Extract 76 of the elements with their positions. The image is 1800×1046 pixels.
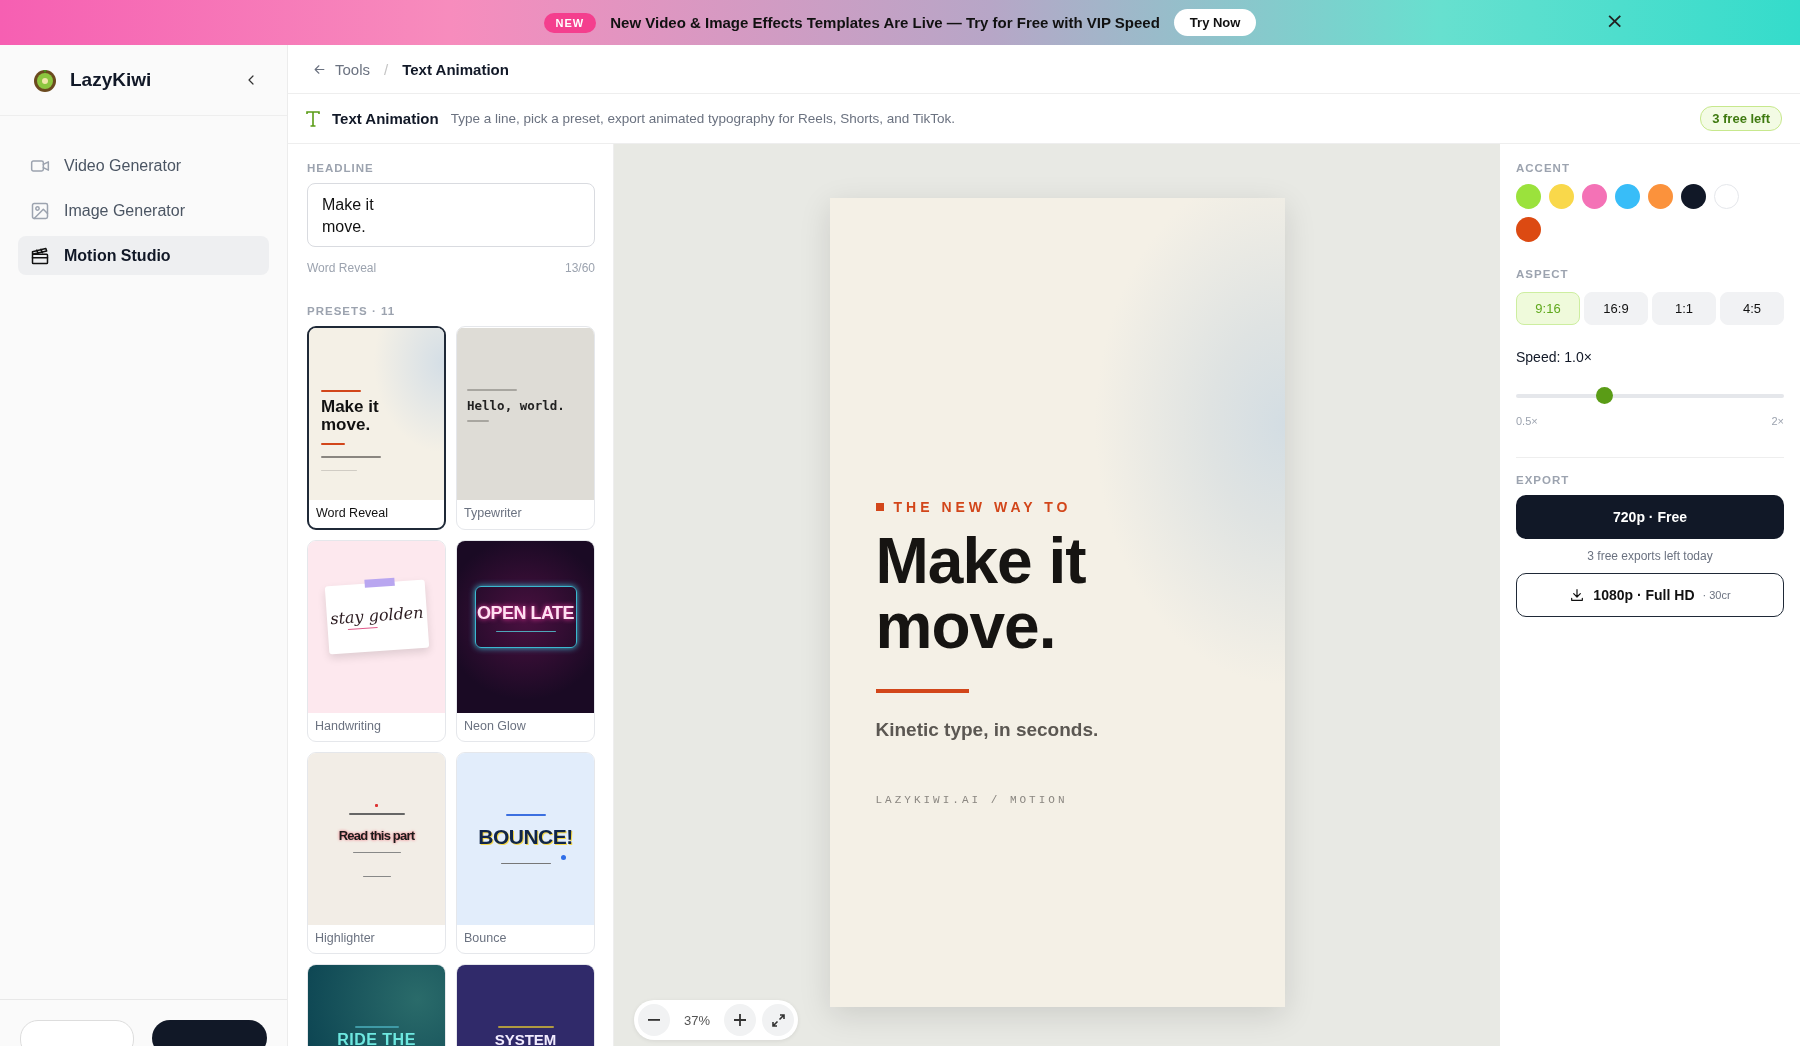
preview-headline: SYSTEM xyxy=(494,1030,557,1046)
announcement-text: New Video & Image Effects Templates Are Live — Try for Free with VIP Speed xyxy=(610,14,1160,31)
preview-headline: Read this part xyxy=(338,827,415,843)
ball-icon xyxy=(561,854,566,860)
speed-label: Speed: 1.0× xyxy=(1516,349,1593,365)
color-swatch[interactable] xyxy=(1648,184,1673,209)
aspect-option[interactable]: 4:5 xyxy=(1720,292,1784,325)
preview-headline: Make it move. xyxy=(321,398,380,434)
breadcrumb-current: Text Animation xyxy=(402,60,509,78)
preset-card[interactable]: Read this part Highlighter xyxy=(307,752,446,954)
zoom-out-button[interactable] xyxy=(638,1004,670,1036)
preset-card[interactable]: SYSTEM xyxy=(456,964,595,1046)
sidebar-item[interactable]: Video Generator xyxy=(18,146,269,185)
zoom-in-button[interactable] xyxy=(724,1004,756,1036)
kiwi-logo-icon xyxy=(32,67,58,93)
preview-footer: LAZYKIWI.AI / MOTION xyxy=(875,794,1239,807)
preview-subline: Kinetic type, in seconds. xyxy=(875,719,1100,742)
tool-title: Text Animation xyxy=(332,110,439,127)
preview-headline: Hello, world. xyxy=(467,398,566,413)
new-badge: NEW xyxy=(543,12,597,33)
color-swatch[interactable] xyxy=(1516,217,1541,242)
speed-slider[interactable] xyxy=(1516,387,1784,405)
section-label: EXPORT xyxy=(1516,474,1571,486)
color-swatch[interactable] xyxy=(1681,184,1706,209)
preview-headline: BOUNCE! xyxy=(478,824,573,849)
expand-icon xyxy=(771,1013,785,1027)
preview-headline: Make it move. xyxy=(875,528,1087,660)
exports-note: 3 free exports left today xyxy=(1586,549,1714,563)
square-icon xyxy=(875,502,884,511)
color-swatch[interactable] xyxy=(1582,184,1607,209)
export-hd-button[interactable]: 1080p · Full HD · 30cr xyxy=(1516,573,1784,617)
preset-name-text: Word Reveal xyxy=(307,261,377,275)
sidebar-footer-button[interactable] xyxy=(151,1020,267,1046)
plus-icon xyxy=(734,1014,746,1026)
color-swatch[interactable] xyxy=(1615,184,1640,209)
zoom-level: 37% xyxy=(683,1012,711,1028)
preset-card[interactable]: BOUNCE! Bounce xyxy=(456,752,595,954)
clapperboard-icon xyxy=(30,245,50,266)
headline-field[interactable]: Make it move. xyxy=(307,183,595,247)
character-count: 13/60 xyxy=(564,261,595,275)
brand-name: LazyKiwi xyxy=(70,69,153,91)
sidebar-item[interactable]: Image Generator xyxy=(18,191,269,230)
section-label: HEADLINE xyxy=(307,162,375,174)
section-label: ASPECT xyxy=(1516,268,1570,280)
slider-thumb[interactable] xyxy=(1596,387,1614,404)
aspect-option[interactable]: 1:1 xyxy=(1652,292,1716,325)
back-link[interactable]: Tools xyxy=(312,60,371,78)
slider-max-label: 2× xyxy=(1771,415,1784,427)
aspect-option[interactable]: 16:9 xyxy=(1584,292,1648,325)
preset-card[interactable]: Make it move. Word Reveal xyxy=(307,326,446,530)
tape-strip xyxy=(363,577,395,588)
slider-min-label: 0.5× xyxy=(1516,415,1538,427)
preview-headline: stay golden xyxy=(329,602,424,628)
close-button[interactable]: × xyxy=(1605,10,1624,32)
preset-card[interactable]: Hello, world. Typewriter xyxy=(456,326,595,530)
text-tool-icon xyxy=(306,110,320,127)
minus-icon xyxy=(648,1019,660,1021)
section-label: PRESETS · 11 xyxy=(307,305,397,317)
credits-badge: 3 free left xyxy=(1700,106,1782,131)
color-swatch[interactable] xyxy=(1549,184,1574,209)
try-now-button[interactable]: Try Now xyxy=(1173,9,1257,36)
preview-headline: OPEN LATE xyxy=(476,602,575,624)
tool-description: Type a line, pick a preset, export animated typography for Reels, Shorts, and TikTok. xyxy=(450,111,956,126)
fullscreen-button[interactable] xyxy=(762,1004,794,1036)
preset-card[interactable]: OPEN LATE Neon Glow xyxy=(456,540,595,742)
eyebrow-text: THE NEW WAY TO xyxy=(893,498,1072,515)
preset-card[interactable]: stay golden Handwriting xyxy=(307,540,446,742)
preset-card[interactable]: RIDE THE xyxy=(307,964,446,1046)
export-free-button[interactable]: 720p · Free xyxy=(1516,495,1784,539)
image-icon xyxy=(30,200,50,221)
color-swatch[interactable] xyxy=(1516,184,1541,209)
download-icon xyxy=(1569,587,1586,603)
section-label: ACCENT xyxy=(1516,162,1571,174)
sidebar-item[interactable]: Motion Studio xyxy=(18,236,269,275)
breadcrumb-separator: / xyxy=(384,60,389,78)
preview-headline: RIDE THE xyxy=(337,1030,416,1046)
